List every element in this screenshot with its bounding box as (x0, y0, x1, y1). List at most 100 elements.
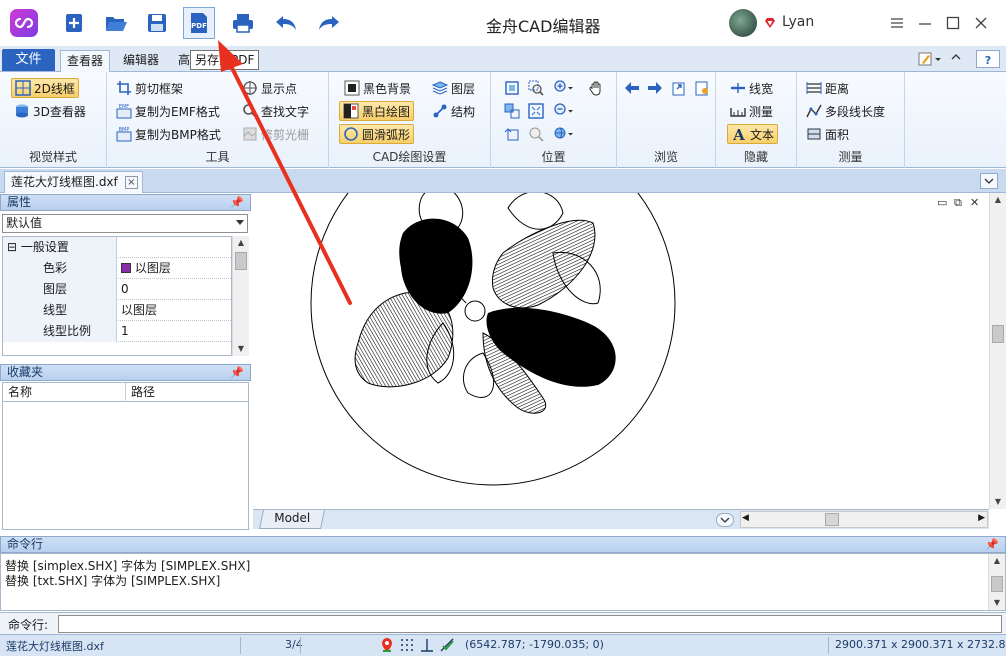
save-as-pdf-button[interactable]: PDF (183, 7, 215, 39)
find-text-button[interactable]: 查找文字 (239, 101, 312, 121)
hide-text-button[interactable]: A 文本 (727, 124, 779, 144)
show-points-button[interactable]: 显示点 (239, 78, 300, 98)
document-list-button[interactable] (980, 173, 998, 189)
scroll-right-arrow-icon[interactable]: ▶ (978, 513, 985, 523)
go-to-page-button[interactable] (668, 78, 690, 98)
hide-measure-button[interactable]: 测量 (727, 101, 776, 121)
next-page-button[interactable] (644, 78, 666, 98)
tab-model[interactable]: Model (258, 510, 326, 529)
save-button[interactable] (141, 7, 173, 39)
crop-frame-button[interactable]: 剪切框架 (113, 78, 186, 98)
zoom-all-button[interactable] (525, 101, 547, 121)
zoom-window-button[interactable] (525, 78, 547, 98)
scroll-down-arrow-icon[interactable]: ▼ (233, 342, 249, 356)
property-row-linetype[interactable]: 线型 以图层 (3, 300, 233, 321)
property-value[interactable]: 0 (119, 279, 233, 299)
zoom-out-icon (554, 103, 573, 115)
properties-combo[interactable]: 默认值 (2, 214, 248, 233)
pan-button[interactable] (585, 78, 607, 98)
tab-viewer[interactable]: 查看器 (60, 50, 111, 73)
2d-wireframe-button[interactable]: 2D线框 (11, 78, 79, 98)
command-scrollbar[interactable]: ▲ ▼ (988, 554, 1005, 610)
layout-list-button[interactable] (716, 513, 734, 527)
property-category[interactable]: ⊟ 一般设置 (3, 237, 233, 258)
3d-viewer-button[interactable]: 3D查看器 (11, 101, 89, 121)
collapse-ribbon-button[interactable] (950, 51, 964, 67)
snap-icon[interactable] (380, 637, 394, 656)
pin-icon[interactable]: 📌 (230, 195, 244, 210)
grid-icon[interactable] (400, 638, 414, 655)
scroll-up-arrow-icon[interactable]: ▲ (990, 193, 1006, 207)
print-button[interactable] (227, 7, 259, 39)
style-dropdown-button[interactable] (917, 50, 943, 68)
collapse-icon[interactable]: ⊟ (7, 240, 17, 254)
canvas-restore-button[interactable]: ⧉ (954, 196, 962, 210)
property-row-color[interactable]: 色彩 以图层 (3, 258, 233, 279)
column-name[interactable]: 名称 (3, 383, 126, 402)
zoom-previous-button[interactable] (501, 124, 523, 144)
smooth-arc-button[interactable]: 圆滑弧形 (339, 124, 415, 144)
canvas-horizontal-scrollbar[interactable]: ◀ ▶ (740, 511, 988, 528)
scroll-thumb[interactable] (991, 576, 1003, 592)
scroll-up-arrow-icon[interactable]: ▲ (233, 236, 249, 250)
area-button[interactable]: 面积 (803, 124, 852, 144)
copy-emf-button[interactable]: EMF 复制为EMF格式 (113, 101, 223, 121)
command-input[interactable] (58, 615, 1002, 633)
menu-button[interactable] (884, 10, 910, 36)
fit-view-button[interactable] (501, 78, 523, 98)
new-file-button[interactable] (58, 7, 90, 39)
zoom-in-button[interactable] (553, 78, 575, 98)
previous-page-button[interactable] (621, 78, 643, 98)
property-row-layer[interactable]: 图层 0 (3, 279, 233, 300)
undo-button[interactable] (270, 7, 302, 39)
svg-text:A: A (732, 126, 745, 142)
canvas-close-button[interactable]: ✕ (970, 196, 979, 209)
zoom-globe-button[interactable] (553, 124, 575, 144)
open-file-button[interactable] (100, 7, 132, 39)
close-button[interactable] (968, 10, 994, 36)
structure-button[interactable]: 结构 (429, 101, 478, 121)
user-name[interactable]: Lyan (782, 14, 814, 30)
scroll-up-arrow-icon[interactable]: ▲ (989, 554, 1005, 568)
property-value[interactable]: 以图层 (119, 258, 233, 278)
line-width-button[interactable]: 线宽 (727, 78, 776, 98)
drawing-canvas[interactable] (253, 193, 989, 509)
copy-bmp-button[interactable]: BMP 复制为BMP格式 (113, 124, 224, 144)
document-tab[interactable]: 莲花大灯线框图.dxf × (4, 171, 143, 193)
pin-icon[interactable]: 📌 (985, 537, 999, 552)
canvas-vertical-scrollbar[interactable]: ▲ ▼ (989, 193, 1006, 509)
maximize-button[interactable] (940, 10, 966, 36)
pin-icon[interactable]: 📌 (230, 365, 244, 380)
close-document-button[interactable]: × (124, 176, 138, 189)
redo-button[interactable] (313, 7, 345, 39)
distance-button[interactable]: 距离 (803, 78, 852, 98)
zoom-realtime-button[interactable] (525, 124, 547, 144)
zoom-out-button[interactable] (553, 101, 575, 121)
column-path[interactable]: 路径 (126, 383, 248, 402)
tab-editor[interactable]: 编辑器 (117, 50, 165, 72)
ortho-icon[interactable] (420, 638, 434, 655)
polyline-length-button[interactable]: 多段线长度 (803, 101, 888, 121)
canvas-minimize-button[interactable]: ▭ (937, 196, 947, 209)
scroll-down-arrow-icon[interactable]: ▼ (989, 596, 1005, 610)
scroll-down-arrow-icon[interactable]: ▼ (990, 495, 1006, 509)
scroll-left-arrow-icon[interactable]: ◀ (742, 513, 749, 523)
minimize-button[interactable] (912, 10, 938, 36)
help-button[interactable]: ? (976, 50, 1000, 68)
black-white-drawing-button[interactable]: 黑白绘图 (339, 101, 415, 121)
scroll-thumb[interactable] (992, 325, 1004, 343)
property-row-linetype-scale[interactable]: 线型比例 1 (3, 321, 233, 342)
scroll-thumb[interactable] (825, 513, 839, 526)
tab-file[interactable]: 文件 (2, 49, 55, 71)
scroll-thumb[interactable] (235, 252, 247, 270)
polar-tracking-icon[interactable] (440, 638, 456, 655)
properties-scrollbar[interactable]: ▲ ▼ (232, 236, 249, 356)
property-value[interactable]: 1 (119, 321, 233, 341)
trim-raster-button[interactable]: 修剪光栅 (239, 124, 312, 144)
avatar[interactable] (729, 9, 757, 37)
page-settings-button[interactable] (691, 78, 713, 98)
property-value[interactable]: 以图层 (119, 300, 233, 320)
zoom-extents-button[interactable] (501, 101, 523, 121)
black-background-button[interactable]: 黑色背景 (341, 78, 414, 98)
layers-button[interactable]: 图层 (429, 78, 478, 98)
